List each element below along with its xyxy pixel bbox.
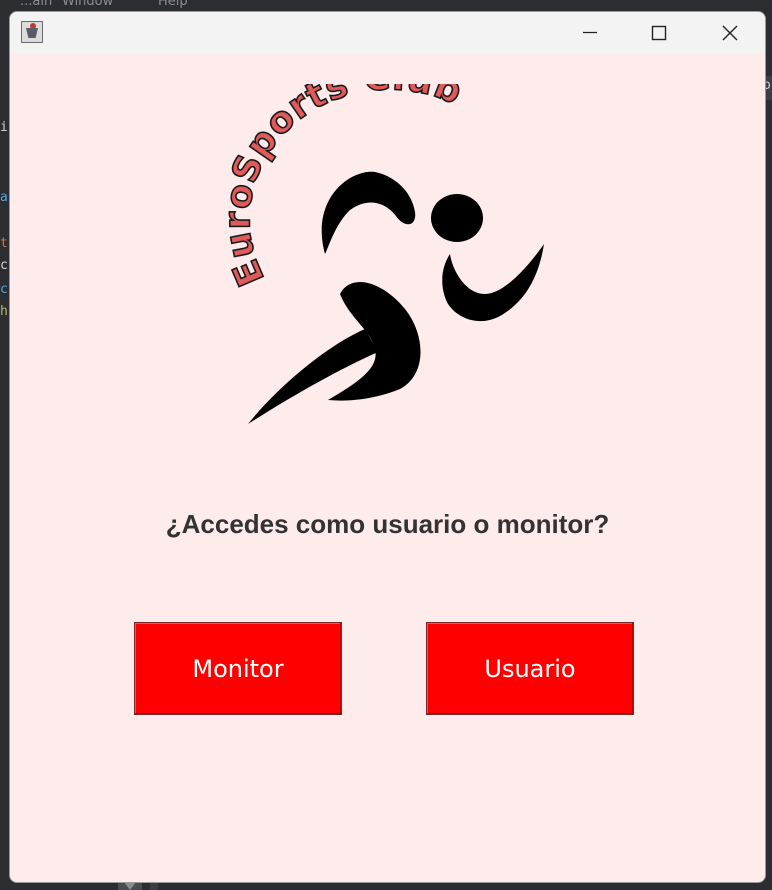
- maximize-icon: [651, 25, 667, 41]
- ide-menu-item: Help: [158, 0, 188, 9]
- close-button[interactable]: [695, 12, 765, 54]
- ide-code-char: c: [0, 258, 8, 273]
- minimize-button[interactable]: [555, 12, 625, 54]
- ide-code-char: a: [0, 190, 8, 205]
- ide-menu-item: Window: [62, 0, 114, 9]
- usuario-button[interactable]: Usuario: [426, 622, 634, 715]
- monitor-button[interactable]: Monitor: [134, 622, 342, 715]
- main-content: EuroSports Club ¿Accedes como usuario o …: [10, 54, 765, 882]
- ide-menu-item: ...ain: [20, 0, 53, 9]
- ide-code-char: c: [0, 282, 8, 297]
- minimize-icon: [583, 31, 597, 34]
- eurosports-club-logo: EuroSports Club: [217, 84, 544, 424]
- ide-top-bar: [0, 0, 772, 10]
- ide-code-char: i: [0, 120, 8, 135]
- close-icon: [722, 25, 738, 41]
- java-cup-icon[interactable]: [21, 21, 43, 43]
- title-bar[interactable]: [10, 12, 765, 54]
- maximize-button[interactable]: [624, 12, 694, 54]
- access-question: ¿Accedes como usuario o monitor?: [165, 509, 610, 539]
- runner-icon: [248, 171, 544, 424]
- ide-code-char: t: [0, 236, 8, 251]
- ide-code-char: h: [0, 304, 8, 319]
- app-window: EuroSports Club ¿Accedes como usuario o …: [9, 11, 766, 883]
